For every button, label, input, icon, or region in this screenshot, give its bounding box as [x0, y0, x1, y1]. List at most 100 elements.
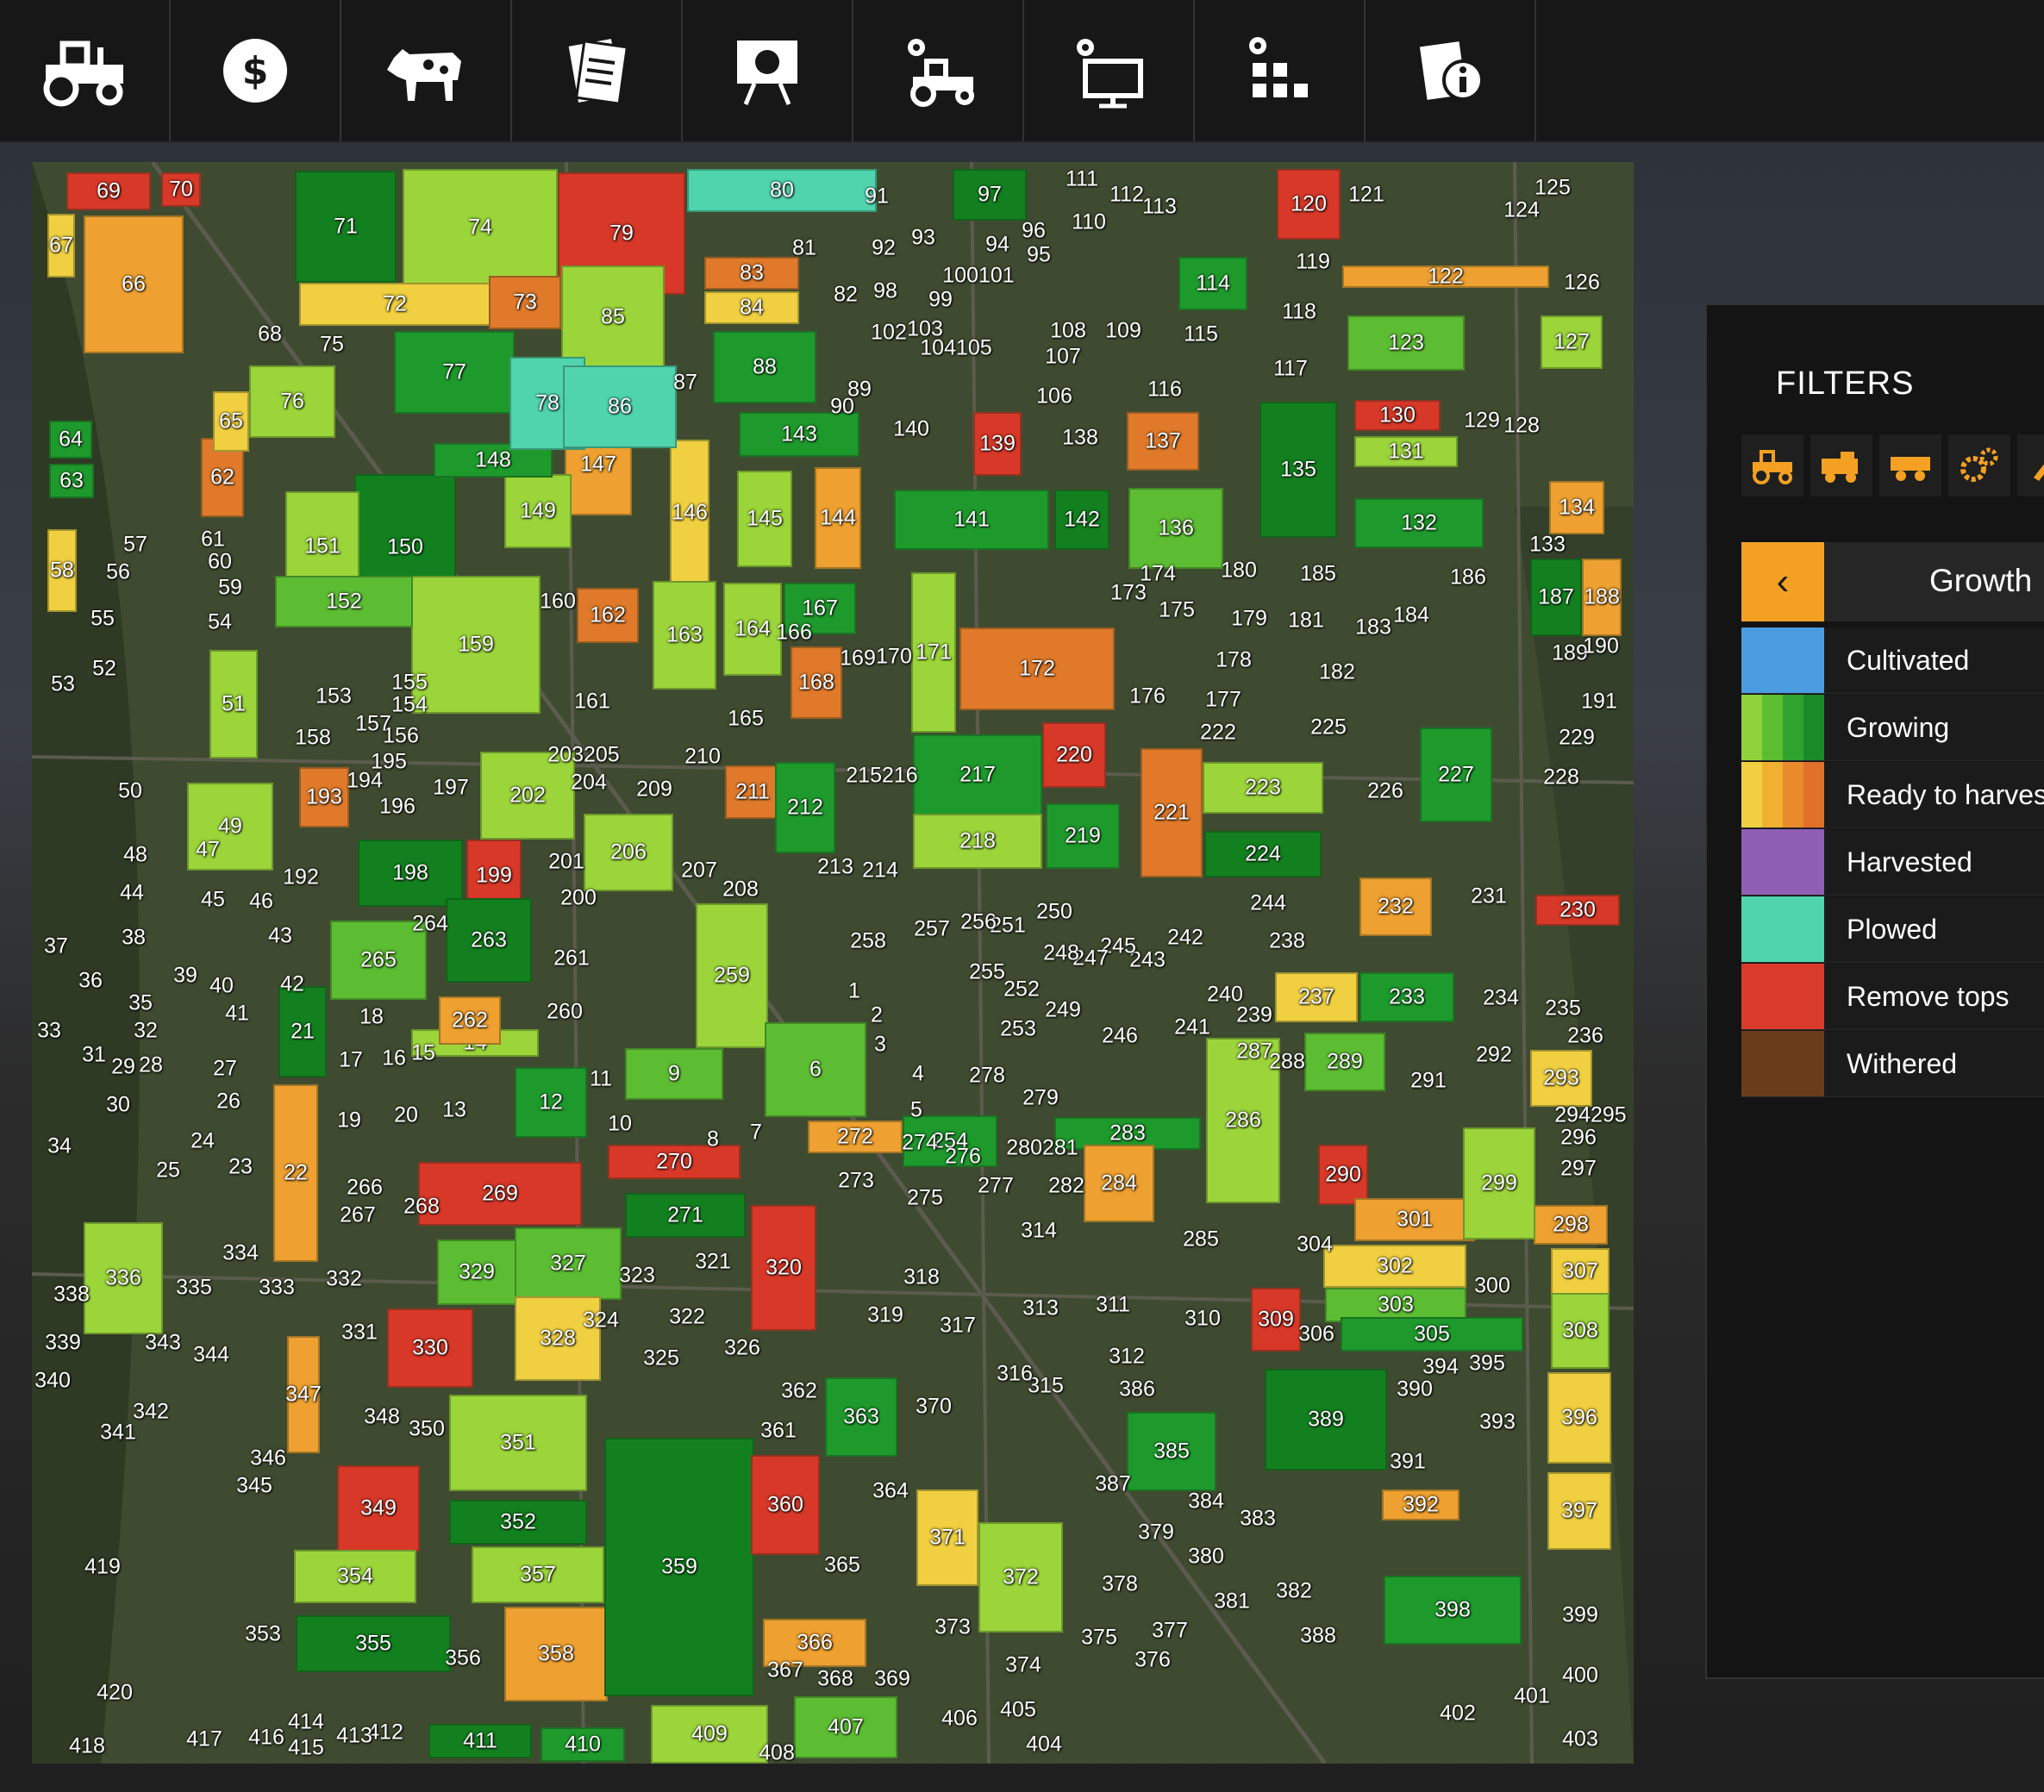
field-389[interactable]: 389: [1265, 1369, 1387, 1470]
field-164[interactable]: 164: [723, 583, 782, 676]
field-number-label[interactable]: 215216: [846, 765, 917, 787]
field-number-label[interactable]: 249: [1045, 999, 1081, 1021]
field-number-label[interactable]: 373: [934, 1616, 971, 1639]
field-number-label[interactable]: 1: [848, 980, 860, 1002]
field-149[interactable]: 149: [504, 474, 572, 548]
field-132[interactable]: 132: [1354, 498, 1484, 548]
field-number-label[interactable]: 242: [1167, 927, 1203, 949]
field-193[interactable]: 193: [299, 767, 349, 827]
field-number-label[interactable]: 228: [1543, 766, 1579, 789]
field-number-label[interactable]: 25: [156, 1159, 180, 1182]
field-286[interactable]: 286: [1206, 1038, 1280, 1203]
field-number-label[interactable]: 177: [1205, 689, 1241, 711]
field-number-label[interactable]: 240: [1207, 983, 1243, 1006]
legend-row-ready-to-harves[interactable]: Ready to harves: [1741, 762, 2044, 828]
field-number-label[interactable]: 158: [295, 727, 331, 749]
field-51[interactable]: 51: [209, 650, 258, 759]
field-number-label[interactable]: 13: [442, 1099, 466, 1121]
field-number-label[interactable]: 195: [371, 751, 407, 773]
field-number-label[interactable]: 201: [548, 851, 584, 873]
field-number-label[interactable]: 45: [201, 889, 225, 911]
legend-row-harvested[interactable]: Harvested: [1741, 829, 2044, 896]
field-212[interactable]: 212: [775, 762, 835, 853]
field-number-label[interactable]: 183: [1355, 616, 1391, 639]
field-number-label[interactable]: 236: [1567, 1025, 1603, 1047]
field-206[interactable]: 206: [584, 814, 673, 891]
field-number-label[interactable]: 10: [608, 1113, 632, 1135]
field-number-label[interactable]: 279: [1022, 1087, 1059, 1109]
field-number-label[interactable]: 256: [960, 911, 997, 933]
field-number-label[interactable]: 331: [341, 1321, 378, 1344]
field-number-label[interactable]: 7: [750, 1121, 762, 1144]
field-298[interactable]: 298: [1534, 1205, 1608, 1245]
field-336[interactable]: 336: [84, 1222, 163, 1334]
field-number-label[interactable]: 294295: [1554, 1104, 1626, 1127]
field-number-label[interactable]: 311: [1096, 1294, 1130, 1316]
field-163[interactable]: 163: [653, 581, 716, 690]
field-number-label[interactable]: 381: [1214, 1590, 1250, 1613]
field-number-label[interactable]: 382: [1276, 1580, 1312, 1602]
growth-category-header[interactable]: ‹ Growth: [1741, 542, 2044, 621]
field-number-label[interactable]: 348: [364, 1406, 400, 1428]
field-number-label[interactable]: 28: [139, 1054, 163, 1077]
field-number-label[interactable]: 247: [1072, 947, 1109, 970]
field-number-label[interactable]: 246: [1102, 1025, 1138, 1047]
field-number-label[interactable]: 332: [326, 1268, 362, 1290]
field-69[interactable]: 69: [66, 172, 151, 210]
field-number-label[interactable]: 56: [106, 561, 130, 584]
field-number-label[interactable]: 391: [1390, 1451, 1426, 1473]
field-number-label[interactable]: 113: [1142, 196, 1177, 218]
field-198[interactable]: 198: [358, 840, 463, 907]
field-number-label[interactable]: 234: [1483, 987, 1519, 1009]
field-136[interactable]: 136: [1128, 488, 1223, 569]
field-number-label[interactable]: 370: [916, 1396, 952, 1418]
field-number-label[interactable]: 361: [760, 1420, 797, 1442]
field-number-label[interactable]: 119: [1296, 251, 1330, 273]
field-410[interactable]: 410: [541, 1727, 625, 1762]
field-number-label[interactable]: 420: [97, 1682, 133, 1704]
field-168[interactable]: 168: [791, 646, 842, 719]
tab-finances[interactable]: $: [171, 0, 341, 141]
field-12[interactable]: 12: [515, 1067, 587, 1138]
field-number-label[interactable]: 52: [92, 658, 116, 680]
field-number-label[interactable]: 26: [216, 1090, 241, 1113]
field-number-label[interactable]: 95: [1027, 244, 1051, 266]
field-122[interactable]: 122: [1342, 265, 1549, 288]
field-number-label[interactable]: 81: [792, 237, 816, 259]
field-number-label[interactable]: 192: [283, 866, 319, 889]
field-number-label[interactable]: 412: [367, 1721, 403, 1744]
field-number-label[interactable]: 112: [1110, 184, 1144, 206]
field-number-label[interactable]: 362: [781, 1380, 817, 1402]
field-number-label[interactable]: 399: [1562, 1604, 1598, 1627]
field-202[interactable]: 202: [480, 752, 575, 840]
field-254[interactable]: 254: [903, 1115, 997, 1167]
field-number-label[interactable]: 180: [1221, 559, 1257, 582]
field-number-label[interactable]: 251: [990, 915, 1026, 937]
field-number-label[interactable]: 296: [1560, 1127, 1597, 1149]
field-number-label[interactable]: 297: [1560, 1158, 1597, 1180]
field-number-label[interactable]: 257: [914, 918, 950, 940]
field-number-label[interactable]: 374: [1005, 1654, 1041, 1676]
field-233[interactable]: 233: [1360, 972, 1454, 1022]
field-number-label[interactable]: 209: [636, 778, 672, 801]
tab-display-settings[interactable]: [1024, 0, 1195, 141]
field-357[interactable]: 357: [472, 1546, 604, 1603]
field-230[interactable]: 230: [1535, 895, 1620, 926]
field-number-label[interactable]: 375: [1081, 1627, 1117, 1649]
tab-animals[interactable]: [341, 0, 512, 141]
field-171[interactable]: 171: [911, 572, 956, 733]
field-number-label[interactable]: 383: [1240, 1508, 1276, 1530]
field-307[interactable]: 307: [1551, 1248, 1610, 1295]
field-number-label[interactable]: 43: [268, 925, 292, 947]
field-number-label[interactable]: 116: [1147, 378, 1182, 401]
field-number-label[interactable]: 48: [123, 844, 147, 866]
field-number-label[interactable]: 39: [173, 965, 197, 987]
field-number-label[interactable]: 98: [873, 280, 897, 303]
field-number-label[interactable]: 129: [1464, 409, 1500, 432]
field-number-label[interactable]: 244: [1250, 892, 1286, 915]
field-number-label[interactable]: 225: [1310, 716, 1347, 739]
field-number-label[interactable]: 125: [1535, 177, 1571, 199]
field-number-label[interactable]: 44: [120, 882, 144, 904]
field-number-label[interactable]: 117: [1273, 358, 1308, 380]
field-number-label[interactable]: 339: [45, 1332, 81, 1354]
